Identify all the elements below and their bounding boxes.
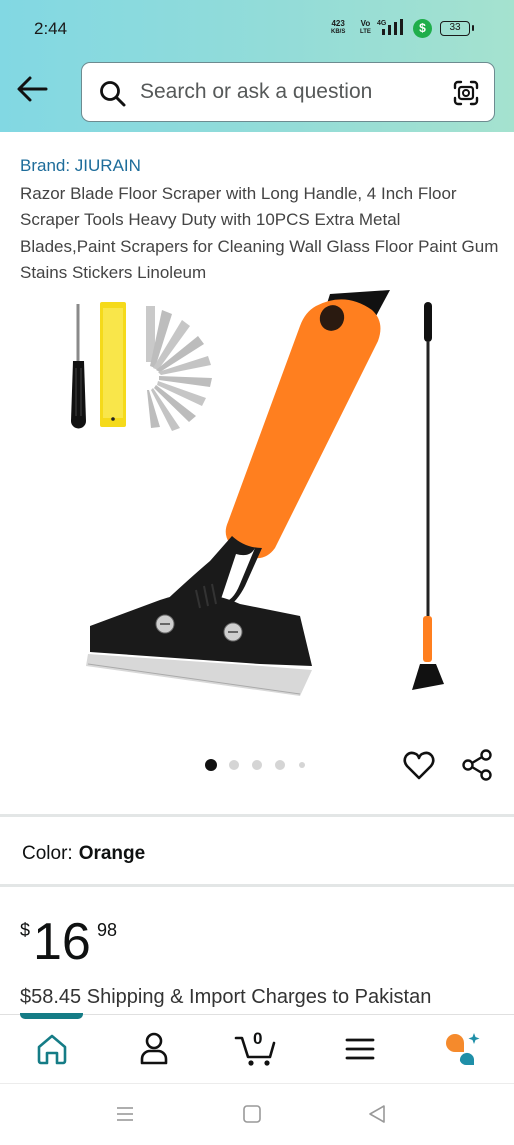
status-bar: 2:44 423 KB/S Vo LTE 4G $ 33 [0, 0, 514, 56]
net-speed: 423 KB/S [331, 19, 346, 36]
price-symbol: $ [20, 920, 31, 940]
search-icon [100, 81, 126, 107]
svg-text:4G: 4G [377, 20, 387, 27]
pagination-dot[interactable] [299, 762, 305, 768]
recent-apps-icon[interactable] [115, 1104, 135, 1124]
cart-count: 0 [253, 1029, 263, 1048]
product-title: Razor Blade Floor Scraper with Long Hand… [20, 184, 499, 282]
cart-button[interactable]: 0 [234, 1029, 278, 1069]
search-bar[interactable] [81, 62, 495, 122]
battery-icon: 33 [440, 21, 474, 36]
scraper-main [86, 290, 390, 696]
search-input[interactable] [140, 77, 440, 107]
section-divider [0, 884, 514, 887]
bottom-nav: 0 [0, 1013, 514, 1082]
long-handle-scraper [412, 302, 444, 690]
active-tab-indicator [20, 1013, 83, 1019]
share-icon[interactable] [460, 748, 494, 782]
back-arrow-icon[interactable] [14, 74, 50, 104]
dollar-app-icon: $ [413, 19, 432, 38]
brand-link[interactable]: Brand: JIURAIN [20, 156, 141, 176]
spare-blades-accessory [142, 306, 212, 431]
android-nav-bar [0, 1083, 514, 1145]
color-selector[interactable]: Color: Orange [22, 843, 145, 865]
color-label: Color: [22, 843, 73, 864]
signal-icon: 4G [377, 19, 403, 35]
blade-case-accessory [100, 302, 126, 427]
product-image[interactable] [0, 286, 514, 722]
android-home-icon[interactable] [242, 1104, 262, 1124]
screwdriver-accessory [71, 304, 86, 429]
account-icon[interactable] [132, 1029, 176, 1069]
volte-indicator: Vo LTE [360, 19, 371, 36]
price-whole: 16 [33, 913, 91, 971]
rufus-assistant-icon[interactable] [440, 1029, 484, 1069]
heart-icon[interactable] [402, 749, 436, 783]
pagination-dot[interactable] [205, 759, 217, 771]
price-fraction: 98 [97, 920, 118, 940]
shipping-charges: $58.45 Shipping & Import Charges to Paki… [20, 986, 432, 1008]
android-back-icon[interactable] [367, 1104, 387, 1124]
color-value: Orange [78, 843, 146, 864]
section-divider [0, 814, 514, 817]
app-header: 2:44 423 KB/S Vo LTE 4G $ 33 [0, 0, 514, 132]
pagination-dot[interactable] [229, 760, 239, 770]
pagination-dot[interactable] [252, 760, 262, 770]
menu-icon[interactable] [338, 1029, 382, 1069]
pagination-dot[interactable] [275, 760, 285, 770]
camera-scan-icon[interactable] [452, 79, 480, 107]
status-time: 2:44 [34, 19, 68, 38]
home-icon[interactable] [30, 1029, 74, 1069]
